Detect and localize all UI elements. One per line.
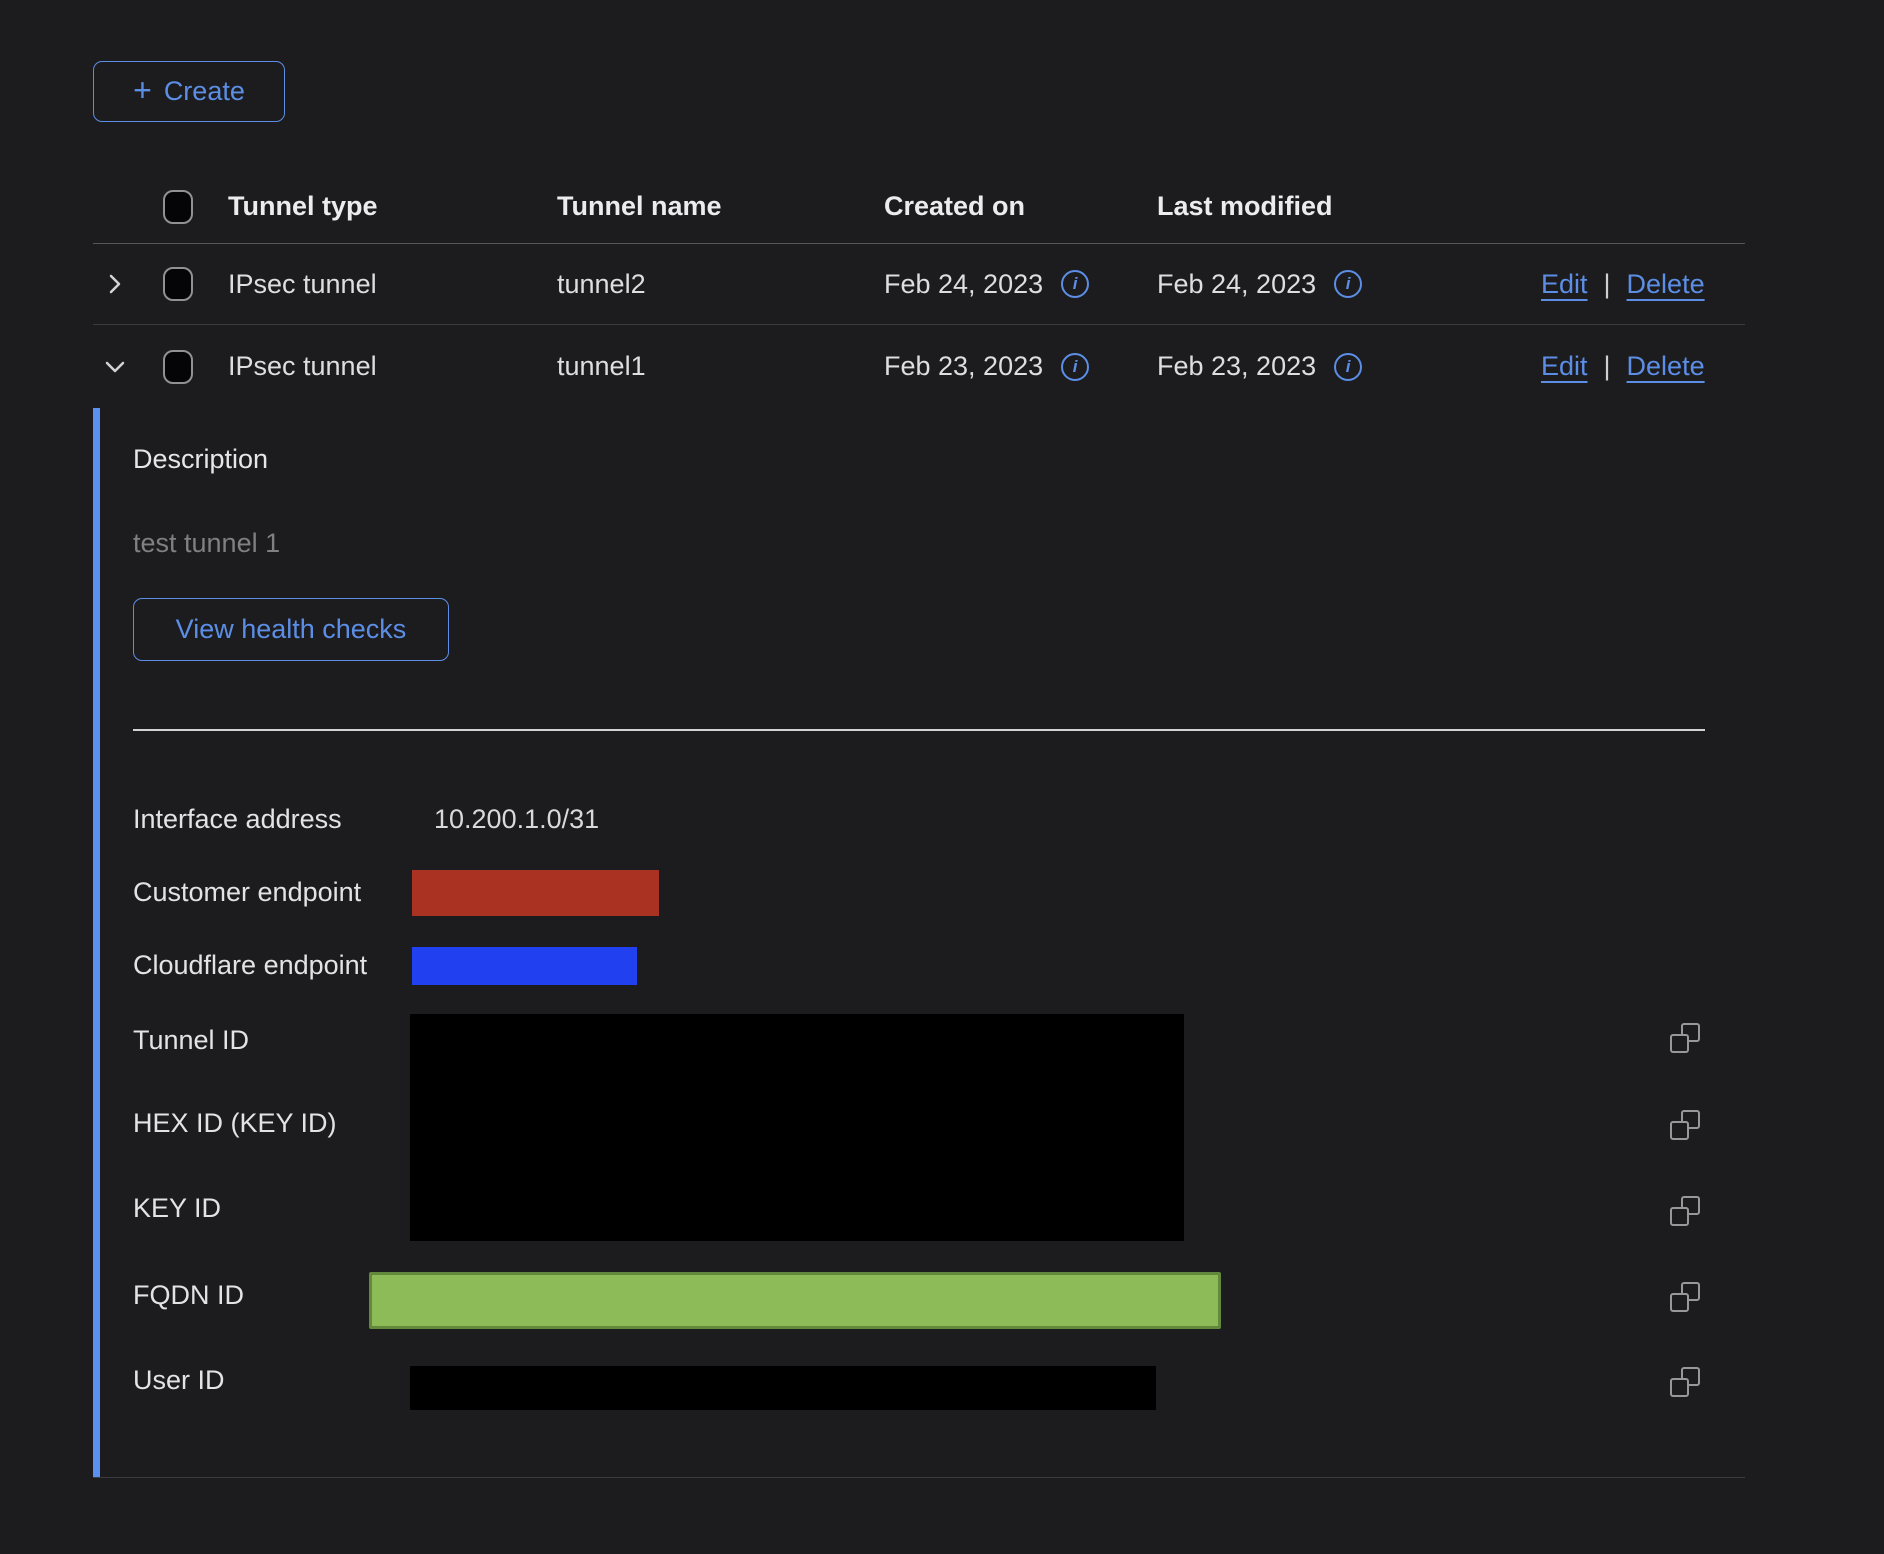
table-header-row: Tunnel type Tunnel name Created on Last … xyxy=(93,170,1745,244)
edit-link[interactable]: Edit xyxy=(1541,351,1588,382)
create-button-label: Create xyxy=(164,76,245,107)
interface-address-label: Interface address xyxy=(133,804,342,835)
expanded-panel-bottom-divider xyxy=(93,1477,1745,1478)
chevron-down-icon[interactable] xyxy=(103,355,127,379)
user-id-redaction xyxy=(410,1366,1156,1410)
hex-id-label: HEX ID (KEY ID) xyxy=(133,1108,337,1139)
header-last-modified: Last modified xyxy=(1157,191,1333,222)
created-on-value: Feb 24, 2023 xyxy=(884,269,1043,300)
tunnel-name-value: tunnel2 xyxy=(557,269,646,300)
actions-separator: | xyxy=(1604,351,1611,382)
tunnel-name-value: tunnel1 xyxy=(557,351,646,382)
header-tunnel-type: Tunnel type xyxy=(228,191,378,222)
view-health-checks-button[interactable]: View health checks xyxy=(133,598,449,661)
copy-icon xyxy=(1670,1367,1700,1397)
delete-link[interactable]: Delete xyxy=(1627,269,1705,300)
info-icon[interactable]: i xyxy=(1334,270,1362,298)
interface-address-value: 10.200.1.0/31 xyxy=(434,804,599,835)
fqdn-id-label: FQDN ID xyxy=(133,1280,244,1311)
table-row: IPsec tunnel tunnel2 Feb 24, 2023 i Feb … xyxy=(93,244,1745,325)
tunnels-page: + Create Tunnel type Tunnel name Created… xyxy=(0,0,1884,1554)
description-value: test tunnel 1 xyxy=(133,528,280,559)
plus-icon: + xyxy=(133,74,152,106)
last-modified-value: Feb 23, 2023 xyxy=(1157,351,1316,382)
customer-endpoint-redaction xyxy=(412,870,659,916)
delete-link[interactable]: Delete xyxy=(1627,351,1705,382)
cloudflare-endpoint-label: Cloudflare endpoint xyxy=(133,950,367,981)
chevron-right-icon[interactable] xyxy=(103,272,127,296)
copy-icon xyxy=(1670,1023,1700,1053)
copy-key-id-button[interactable] xyxy=(1670,1196,1700,1226)
customer-endpoint-label: Customer endpoint xyxy=(133,877,361,908)
cloudflare-endpoint-redaction xyxy=(412,947,637,985)
info-icon[interactable]: i xyxy=(1061,270,1089,298)
panel-divider xyxy=(133,729,1705,731)
view-health-checks-label: View health checks xyxy=(176,614,407,645)
description-label: Description xyxy=(133,444,268,475)
created-on-value: Feb 23, 2023 xyxy=(884,351,1043,382)
edit-link[interactable]: Edit xyxy=(1541,269,1588,300)
copy-fqdn-id-button[interactable] xyxy=(1670,1282,1700,1312)
user-id-label: User ID xyxy=(133,1365,225,1396)
table-row-expanded: IPsec tunnel tunnel1 Feb 23, 2023 i Feb … xyxy=(93,325,1745,408)
copy-hex-id-button[interactable] xyxy=(1670,1110,1700,1140)
key-id-label: KEY ID xyxy=(133,1193,221,1224)
header-created-on: Created on xyxy=(884,191,1025,222)
expanded-panel-accent-bar xyxy=(93,408,100,1478)
row-checkbox[interactable] xyxy=(163,267,193,301)
copy-user-id-button[interactable] xyxy=(1670,1367,1700,1397)
actions-separator: | xyxy=(1604,269,1611,300)
select-all-checkbox[interactable] xyxy=(163,190,193,224)
last-modified-value: Feb 24, 2023 xyxy=(1157,269,1316,300)
tunnel-type-value: IPsec tunnel xyxy=(228,351,377,382)
info-icon[interactable]: i xyxy=(1334,353,1362,381)
ids-redaction xyxy=(410,1014,1184,1241)
copy-icon xyxy=(1670,1282,1700,1312)
row-checkbox[interactable] xyxy=(163,350,193,384)
create-button[interactable]: + Create xyxy=(93,61,285,122)
header-tunnel-name: Tunnel name xyxy=(557,191,722,222)
tunnel-type-value: IPsec tunnel xyxy=(228,269,377,300)
info-icon[interactable]: i xyxy=(1061,353,1089,381)
tunnel-id-label: Tunnel ID xyxy=(133,1025,249,1056)
copy-tunnel-id-button[interactable] xyxy=(1670,1023,1700,1053)
fqdn-id-redaction xyxy=(369,1272,1221,1329)
copy-icon xyxy=(1670,1196,1700,1226)
copy-icon xyxy=(1670,1110,1700,1140)
